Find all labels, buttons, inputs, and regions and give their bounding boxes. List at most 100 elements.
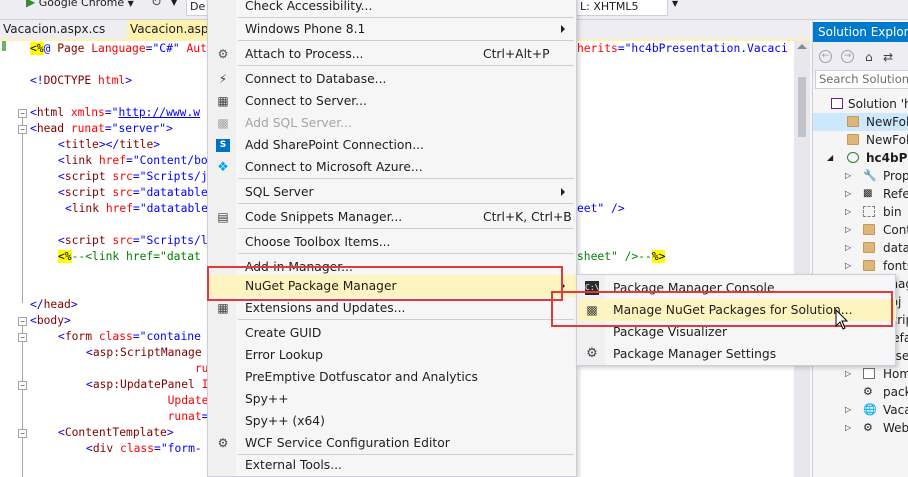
refresh-icon[interactable]: ↻ — [151, 0, 162, 13]
tree-item-folder[interactable]: NewFol — [813, 131, 908, 149]
collapsed-arrow-icon[interactable]: ▷ — [845, 203, 851, 221]
tree-item[interactable]: ▷ fonts — [813, 257, 908, 275]
fold-toggle[interactable]: − — [18, 429, 27, 438]
menu-item-connect-server[interactable]: ▦ Connect to Server... — [209, 90, 576, 112]
menu-item-external-tools[interactable]: External Tools... — [209, 454, 576, 476]
fold-guide — [22, 117, 23, 303]
code-line: <head runat="server"> — [30, 122, 173, 135]
fold-toggle[interactable]: − — [18, 125, 27, 134]
menu-shortcut: Ctrl+Alt+P — [483, 47, 550, 61]
submenu-item-package-manager-settings[interactable]: ⚙ Package Manager Settings — [578, 343, 896, 365]
submenu-item-label: Package Manager Console — [613, 281, 775, 295]
collapsed-arrow-icon[interactable]: ▷ — [845, 185, 851, 203]
code-line-continuation: eet" /> — [577, 202, 625, 215]
code-line: <html xmlns="http://www.w — [30, 106, 201, 119]
refresh-dropdown-icon[interactable]: ▼ — [171, 0, 177, 13]
submenu-item-label: Package Visualizer — [613, 325, 728, 339]
tree-item[interactable]: ▷ bin — [813, 203, 908, 221]
forward-icon[interactable]: → — [841, 50, 854, 63]
tab-label: Vacacion.aspx.cs — [3, 22, 106, 36]
home-icon[interactable]: ⌂ — [865, 50, 873, 64]
menu-item-connect-azure[interactable]: ❖ Connect to Microsoft Azure... — [209, 156, 576, 178]
fold-toggle[interactable]: − — [18, 109, 27, 118]
collapsed-arrow-icon[interactable]: ▷ — [845, 167, 851, 185]
tree-item-label: Refe — [883, 187, 908, 201]
tree-item[interactable]: ▷ 🔧 Prop — [813, 167, 908, 185]
menu-item-label: Extensions and Updates... — [245, 301, 406, 315]
server-connect-icon: ▦ — [217, 94, 229, 108]
submenu-item-package-manager-console[interactable]: C:\ Package Manager Console — [578, 277, 896, 299]
menu-item-label: NuGet Package Manager — [245, 279, 397, 293]
collapsed-arrow-icon[interactable]: ▷ — [845, 401, 851, 419]
submenu-arrow-icon — [561, 282, 565, 290]
tree-item[interactable]: ▷ Hom — [813, 365, 908, 383]
web-form-icon: 🌐 — [863, 403, 877, 416]
menu-item-add-sharepoint[interactable]: S Add SharePoint Connection... — [209, 134, 576, 156]
menu-item-preemptive-dotfuscator[interactable]: PreEmptive Dotfuscator and Analytics — [209, 366, 576, 388]
collapsed-arrow-icon[interactable]: ▷ — [845, 239, 851, 257]
schema-dropdown-icon[interactable]: ▼ — [672, 0, 678, 14]
menu-item-label: PreEmptive Dotfuscator and Analytics — [245, 370, 478, 384]
fold-toggle[interactable]: − — [18, 317, 27, 326]
web-config-icon: ⚙ — [863, 421, 873, 434]
menu-item-spy-x64[interactable]: Spy++ (x64) — [209, 410, 576, 432]
schema-combo[interactable]: L: XHTML5 — [576, 0, 668, 16]
browser-label: Google Chrome — [38, 0, 125, 9]
tree-item-label: Hom — [883, 367, 908, 381]
collapsed-arrow-icon[interactable]: ▷ — [845, 221, 851, 239]
tab-vacacion-aspx-cs[interactable]: Vacacion.aspx.cs — [0, 20, 126, 39]
tree-item-solution[interactable]: Solution 'hc — [813, 95, 908, 113]
scrollbar-thumb[interactable] — [798, 77, 806, 137]
menu-item-label: SQL Server — [245, 185, 314, 199]
menu-item-wcf-config-editor[interactable]: ⚙ WCF Service Configuration Editor — [209, 432, 576, 454]
scroll-up-icon[interactable] — [797, 44, 807, 49]
tree-item[interactable]: ⚙ pack — [813, 383, 908, 401]
tree-item[interactable]: ▷ 🌐 Vaca — [813, 401, 908, 419]
menu-item-connect-database[interactable]: ⚡ Connect to Database... — [209, 68, 576, 90]
azure-icon: ❖ — [217, 160, 229, 175]
submenu-item-label: Manage NuGet Packages for Solution... — [613, 303, 853, 317]
menu-item-choose-toolbox[interactable]: Choose Toolbox Items... — [209, 231, 576, 253]
tree-item-folder[interactable]: NewFol — [813, 113, 908, 131]
tree-item-label: Web — [883, 421, 908, 435]
sharepoint-icon: S — [216, 139, 230, 152]
menu-item-extensions-updates[interactable]: ▦ Extensions and Updates... — [209, 297, 576, 319]
fold-toggle[interactable]: − — [18, 381, 27, 390]
code-line: UpdateMo — [86, 394, 223, 407]
menu-item-sql-server[interactable]: SQL Server — [209, 181, 576, 203]
menu-item-spy[interactable]: Spy++ — [209, 388, 576, 410]
menu-separator — [238, 253, 574, 254]
folder-icon — [863, 242, 875, 253]
back-icon[interactable]: ← — [819, 50, 832, 63]
tree-item[interactable]: ▷ ⚙ Web — [813, 419, 908, 437]
fold-toggle[interactable]: − — [18, 333, 27, 342]
menu-item-label: Choose Toolbox Items... — [245, 235, 391, 249]
tree-item[interactable]: ▷ data — [813, 239, 908, 257]
sync-icon[interactable]: ⇄ — [883, 50, 893, 64]
solution-search-input[interactable]: Search Solution E — [815, 70, 908, 89]
menu-item-check-accessibility[interactable]: Check Accessibility... — [209, 0, 576, 17]
console-icon: C:\ — [585, 281, 599, 295]
expanded-arrow-icon[interactable]: ◢ — [827, 149, 833, 167]
menu-item-error-lookup[interactable]: Error Lookup — [209, 344, 576, 366]
tree-item[interactable]: ▷ Cont — [813, 221, 908, 239]
tab-vacacion-aspx[interactable]: Vacacion.aspx ✕ — [127, 20, 217, 39]
tree-item[interactable]: ▷ ▩ Refe — [813, 185, 908, 203]
collapsed-arrow-icon[interactable]: ▷ — [845, 419, 851, 437]
tree-item-project[interactable]: ◢ hc4bPre — [813, 149, 908, 167]
config-combo[interactable]: De — [186, 0, 208, 16]
menu-item-add-sql-server[interactable]: ▩ Add SQL Server... — [209, 112, 576, 134]
references-icon: ▩ — [863, 188, 873, 199]
menu-item-nuget-package-manager[interactable]: NuGet Package Manager — [209, 275, 576, 297]
menu-item-code-snippets[interactable]: ▤ Code Snippets Manager... Ctrl+K, Ctrl+… — [209, 206, 576, 228]
menu-item-label: Connect to Server... — [245, 94, 367, 108]
collapsed-arrow-icon[interactable]: ▷ — [845, 257, 851, 275]
collapsed-arrow-icon[interactable]: ▷ — [845, 365, 851, 383]
editor-scrollbar[interactable] — [794, 41, 810, 477]
menu-item-label: Spy++ — [245, 392, 289, 406]
menu-item-label: Connect to Microsoft Azure... — [245, 160, 423, 174]
start-debug-button[interactable]: ▶ Google Chrome ▼ — [26, 0, 134, 12]
menu-item-windows-phone[interactable]: Windows Phone 8.1 — [209, 18, 576, 40]
menu-item-attach-to-process[interactable]: ⚙ Attach to Process... Ctrl+Alt+P — [209, 43, 576, 65]
menu-item-create-guid[interactable]: Create GUID — [209, 322, 576, 344]
